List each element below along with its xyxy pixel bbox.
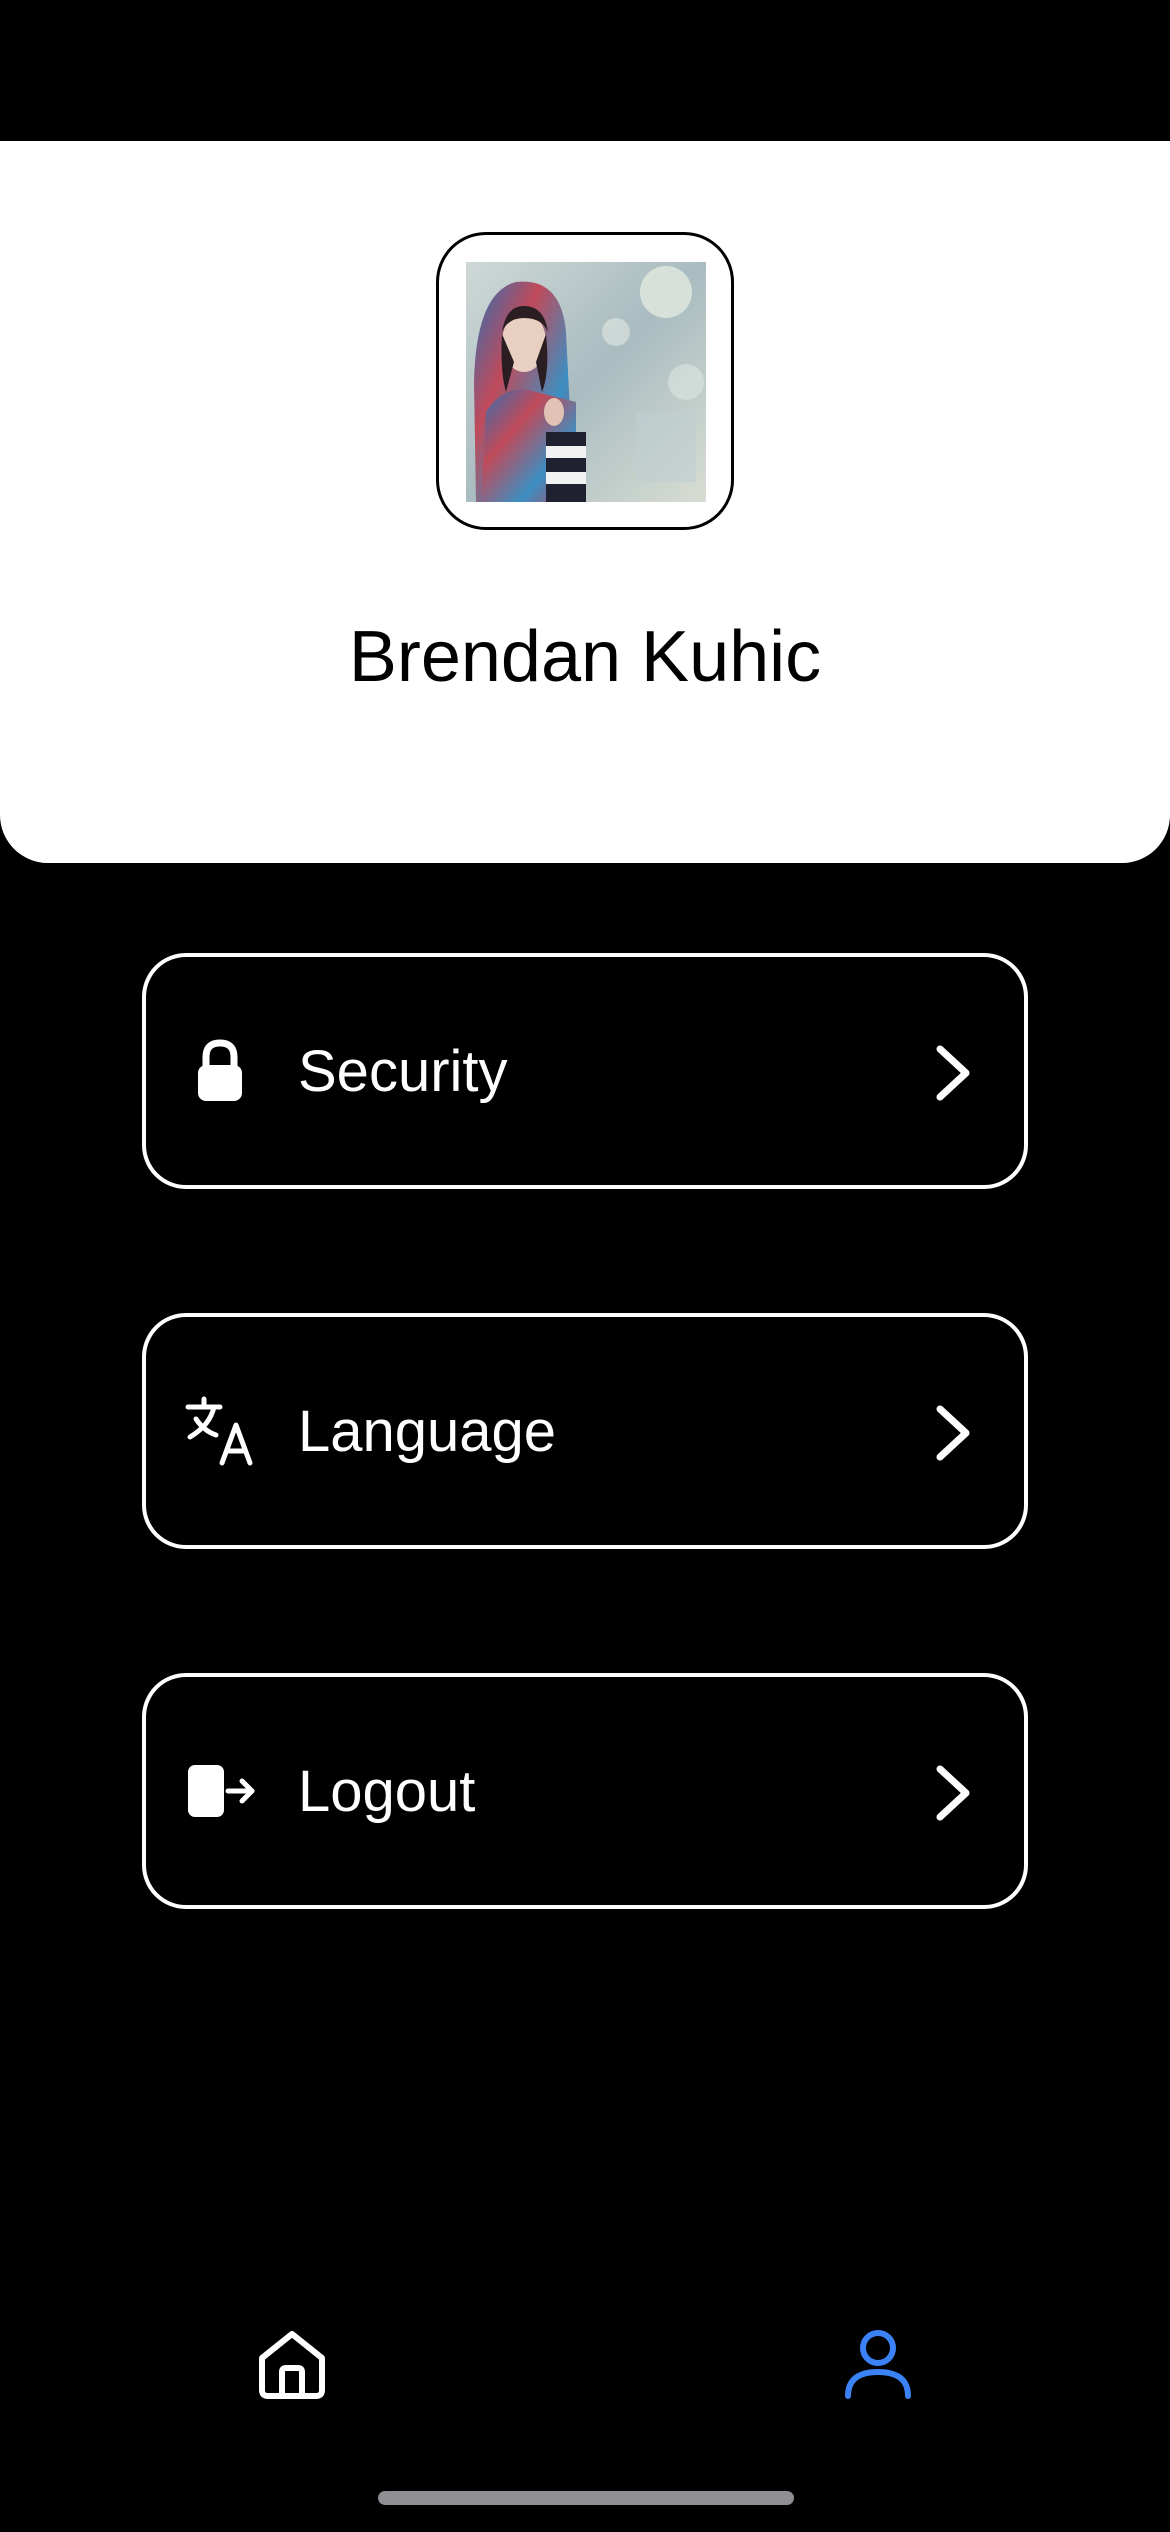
menu-item-label: Language	[298, 1399, 557, 1464]
status-bar	[0, 0, 1170, 141]
lock-icon	[184, 1035, 256, 1107]
profile-card: Brendan Kuhic	[0, 141, 1170, 863]
profile-screen: Brendan Kuhic Security Language Logout	[0, 0, 1170, 2532]
logout-icon	[184, 1755, 256, 1827]
home-icon	[259, 2331, 325, 2399]
user-icon	[845, 2330, 911, 2399]
menu-item-logout[interactable]: Logout	[142, 1673, 1028, 1909]
chevron-right-icon	[932, 1405, 974, 1461]
avatar	[466, 262, 706, 502]
chevron-right-icon	[932, 1045, 974, 1101]
menu-item-security[interactable]: Security	[142, 953, 1028, 1189]
translate-icon	[184, 1395, 256, 1467]
chevron-right-icon	[932, 1765, 974, 1821]
avatar-photo	[466, 262, 706, 502]
menu-item-label: Security	[298, 1039, 508, 1104]
avatar-frame[interactable]	[436, 232, 734, 530]
nav-home[interactable]	[256, 2328, 328, 2400]
home-indicator[interactable]	[378, 2491, 794, 2505]
nav-profile[interactable]	[842, 2328, 914, 2400]
menu-item-label: Logout	[298, 1759, 476, 1824]
user-name: Brendan Kuhic	[348, 617, 822, 697]
menu-item-language[interactable]: Language	[142, 1313, 1028, 1549]
